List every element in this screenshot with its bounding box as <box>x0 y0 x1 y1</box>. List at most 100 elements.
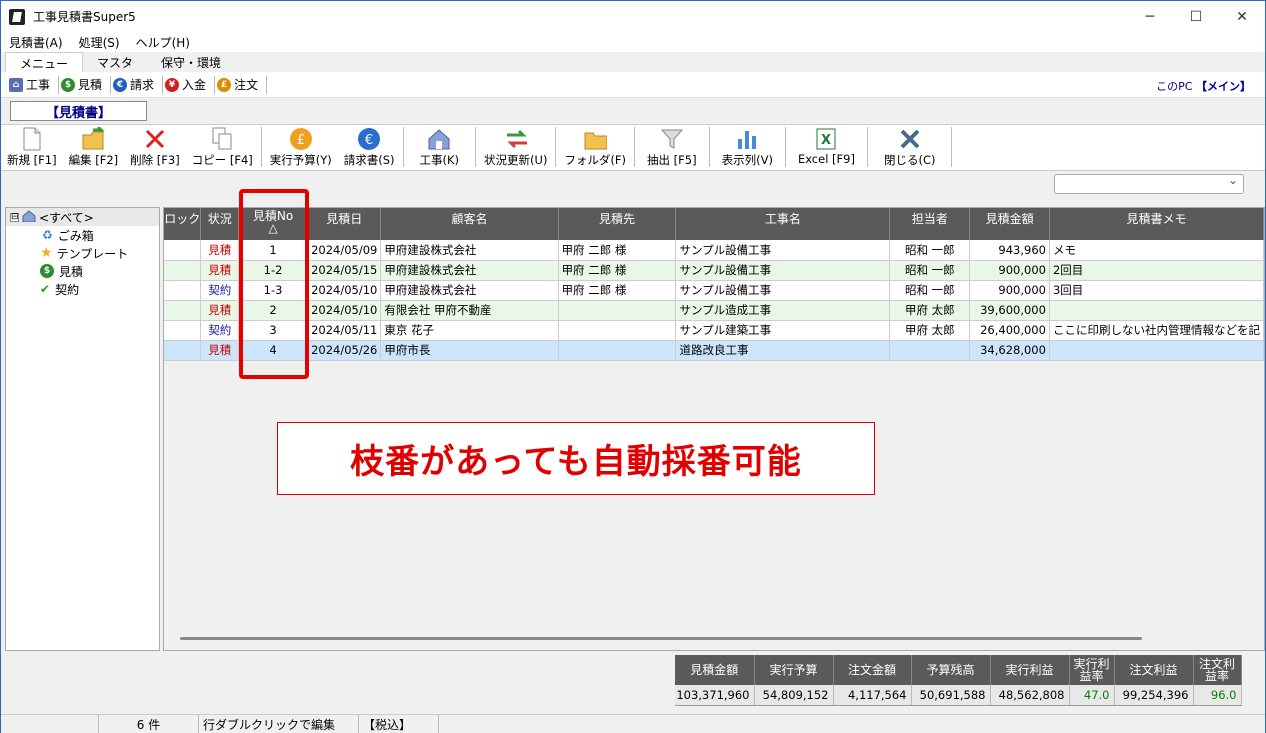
edit-button-label: 編集 [F2] <box>68 153 119 167</box>
window-title: 工事見積書Super5 <box>33 10 136 24</box>
svg-text:X: X <box>821 133 831 148</box>
tree-node-contract[interactable]: ✔ 契約 <box>6 280 159 298</box>
table-row[interactable]: 契約 1-3 2024/05/10 甲府建設株式会社 甲府 二郎 様 サンプル設… <box>164 280 1264 301</box>
cell-memo: メモ <box>1049 240 1264 261</box>
cell-amount: 943,960 <box>969 240 1050 261</box>
cell-project: サンプル設備工事 <box>675 280 891 301</box>
cell-date: 2024/05/10 <box>307 300 382 321</box>
tree-node-all[interactable]: ⊟ <すべて> <box>6 208 159 226</box>
collapse-icon[interactable]: ⊟ <box>10 212 19 222</box>
cell-amount: 39,600,000 <box>969 300 1050 321</box>
menu-shori[interactable]: 処理(S) <box>71 34 128 51</box>
col-amount[interactable]: 見積金額 <box>969 208 1050 240</box>
sum-header: 注文金額 <box>833 655 912 685</box>
pound-icon: £ <box>217 77 232 92</box>
cell-date: 2024/05/15 <box>307 260 382 281</box>
cell-lock <box>164 300 202 321</box>
new-document-icon <box>20 127 44 151</box>
close-button[interactable]: ✕ <box>1219 1 1265 32</box>
cell-amount: 900,000 <box>969 280 1050 301</box>
col-lock[interactable]: ロック <box>164 208 202 240</box>
menu-bar: 見積書(A) 処理(S) ヘルプ(H) <box>1 32 1265 52</box>
folder-button[interactable]: フォルダ(F) <box>558 127 632 169</box>
cell-destination <box>558 320 677 341</box>
table-row-selected[interactable]: 見積 4 2024/05/26 甲府市長 道路改良工事 34,628,000 <box>164 340 1264 361</box>
excel-icon: X <box>814 127 838 151</box>
menu-mitsumori[interactable]: 見積書(A) <box>1 34 71 51</box>
col-project[interactable]: 工事名 <box>675 208 891 240</box>
table-row[interactable]: 見積 2 2024/05/10 有限会社 甲府不動産 サンプル造成工事 甲府 太… <box>164 300 1264 321</box>
extract-button[interactable]: 抽出 [F5] <box>637 127 707 169</box>
columns-button[interactable]: 表示列(V) <box>712 127 783 169</box>
recycle-bin-icon: ♻ <box>42 228 53 242</box>
menu-help[interactable]: ヘルプ(H) <box>128 34 198 51</box>
tab-menu[interactable]: メニュー <box>5 52 84 72</box>
quick-koji[interactable]: ⌂ 工事 <box>7 75 60 94</box>
status-update-button[interactable]: 状況更新(U) <box>478 127 553 169</box>
maximize-button[interactable]: ☐ <box>1173 1 1219 32</box>
quick-nyukin[interactable]: ¥ 入金 <box>163 75 216 94</box>
cell-date: 2024/05/11 <box>307 320 382 341</box>
sum-value: 47.0 <box>1069 685 1115 706</box>
toolbar: 新規 [F1] 編集 [F2] 削除 [F3] コピー [F4] £ 実行予算(… <box>1 125 1265 171</box>
col-date[interactable]: 見積日 <box>307 208 382 240</box>
horizontal-scrollbar[interactable] <box>180 637 1142 640</box>
table-row[interactable]: 見積 1-2 2024/05/15 甲府建設株式会社 甲府 二郎 様 サンプル設… <box>164 260 1264 281</box>
cell-customer: 甲府市長 <box>380 340 559 361</box>
cell-staff: 昭和 一郎 <box>889 280 971 301</box>
close-window-button[interactable]: 閉じる(C) <box>870 127 950 169</box>
delete-button[interactable]: 削除 [F3] <box>124 127 186 169</box>
filter-dropdown[interactable] <box>1054 173 1244 194</box>
excel-button[interactable]: X Excel [F9] <box>788 127 865 169</box>
col-staff[interactable]: 担当者 <box>889 208 971 240</box>
toolbar-separator <box>708 127 710 167</box>
col-memo[interactable]: 見積書メモ <box>1049 208 1264 240</box>
tab-master[interactable]: マスタ <box>83 52 147 72</box>
sum-header: 注文利 益率 <box>1193 655 1242 685</box>
cell-staff: 昭和 一郎 <box>889 260 971 281</box>
col-customer[interactable]: 顧客名 <box>380 208 559 240</box>
tree-node-all-label: <すべて> <box>39 210 94 225</box>
euro-icon: € <box>113 77 128 92</box>
sum-header: 実行利 益率 <box>1069 655 1115 685</box>
tree-node-estimate[interactable]: $ 見積 <box>6 262 159 280</box>
cell-customer: 甲府建設株式会社 <box>380 260 559 281</box>
project-button[interactable]: 工事(K) <box>406 127 474 169</box>
cell-amount: 900,000 <box>969 260 1050 281</box>
status-update-button-label: 状況更新(U) <box>484 153 548 167</box>
budget-button[interactable]: £ 実行予算(Y) <box>264 127 338 169</box>
table-row[interactable]: 見積 1 2024/05/09 甲府建設株式会社 甲府 二郎 様 サンプル設備工… <box>164 240 1264 261</box>
sum-value: 54,809,152 <box>754 685 834 706</box>
tab-maintenance[interactable]: 保守・環境 <box>147 52 235 72</box>
edit-folder-icon <box>81 127 105 151</box>
cell-staff: 昭和 一郎 <box>889 240 971 261</box>
new-button[interactable]: 新規 [F1] <box>1 127 63 169</box>
sum-header: 注文利益 <box>1114 655 1194 685</box>
star-icon: ★ <box>40 245 53 261</box>
quick-seikyu[interactable]: € 請求 <box>111 75 164 94</box>
app-window: 工事見積書Super5 ─ ☐ ✕ 見積書(A) 処理(S) ヘルプ(H) メニ… <box>0 0 1266 733</box>
cell-customer: 有限会社 甲府不動産 <box>380 300 559 321</box>
table-row[interactable]: 契約 3 2024/05/11 東京 花子 サンプル建築工事 甲府 太郎 26,… <box>164 320 1264 341</box>
minimize-button[interactable]: ─ <box>1127 1 1173 32</box>
quick-chumon[interactable]: £ 注文 <box>215 75 268 94</box>
tree-node-trash[interactable]: ♻ ごみ箱 <box>6 226 159 244</box>
copy-button[interactable]: コピー [F4] <box>186 127 259 169</box>
quick-mitsumori[interactable]: $ 見積 <box>59 75 112 94</box>
quick-mitsumori-label: 見積 <box>78 78 103 92</box>
toolbar-separator <box>866 127 868 167</box>
cell-lock <box>164 320 202 341</box>
cell-destination: 甲府 二郎 様 <box>558 280 677 301</box>
section-title: 【見積書】 <box>10 101 147 121</box>
col-status[interactable]: 状況 <box>200 208 240 240</box>
edit-button[interactable]: 編集 [F2] <box>63 127 125 169</box>
quick-koji-label: 工事 <box>26 78 51 92</box>
col-destination[interactable]: 見積先 <box>558 208 677 240</box>
tree-node-template[interactable]: ★ テンプレート <box>6 244 159 262</box>
cell-customer: 甲府建設株式会社 <box>380 240 559 261</box>
invoice-button[interactable]: € 請求書(S) <box>338 127 401 169</box>
tree-node-template-label: テンプレート <box>56 246 129 261</box>
filter-funnel-icon <box>660 127 684 151</box>
cell-destination: 甲府 二郎 様 <box>558 260 677 281</box>
cell-destination: 甲府 二郎 様 <box>558 240 677 261</box>
